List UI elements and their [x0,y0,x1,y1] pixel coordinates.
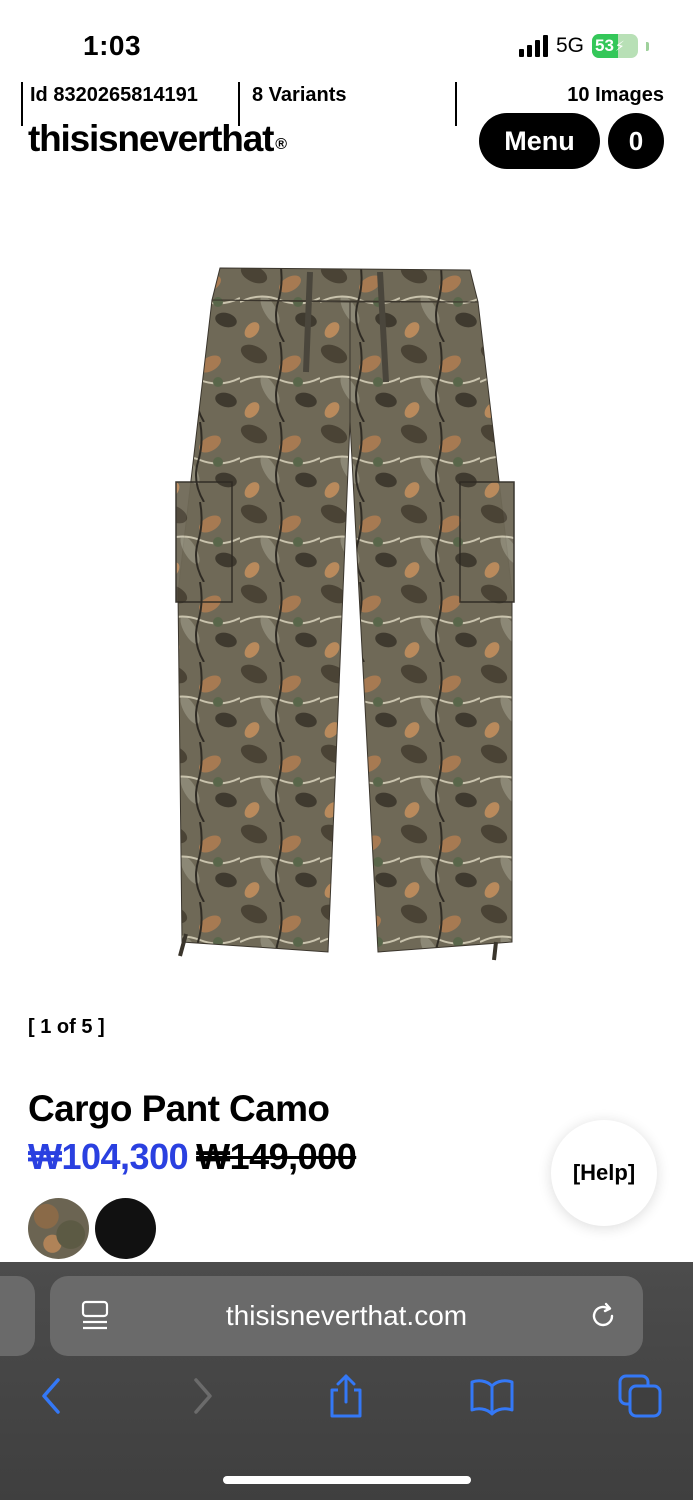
original-price: ₩149,000 [196,1136,357,1177]
status-indicators: 5G 53 ⚡ [518,34,649,58]
signal-icon [518,35,548,57]
images-count[interactable]: 10 Images [567,84,664,107]
product-image[interactable] [160,262,530,962]
product-title: Cargo Pant Camo [28,1088,330,1129]
browser-toolbar [0,1374,693,1434]
share-icon[interactable] [324,1374,368,1418]
divider [455,82,457,126]
tabs-icon[interactable] [618,1374,662,1418]
sale-price: ₩104,300 [28,1136,189,1177]
product-id: Id 8320265814191 [30,84,198,106]
price-row: ₩104,300 ₩149,000 [28,1136,357,1178]
help-button[interactable]: [Help] [551,1120,657,1226]
brand-logo[interactable]: thisisneverthat ® [28,118,287,160]
divider [21,82,23,126]
swatch-camo[interactable] [28,1198,89,1259]
status-time: 1:03 [83,30,142,61]
previous-tab-pill[interactable] [0,1276,35,1356]
brand-name: thisisneverthat [28,118,274,159]
home-indicator[interactable] [223,1476,471,1484]
charging-icon: ⚡ [614,37,625,54]
cart-button[interactable]: 0 [608,113,664,169]
back-icon[interactable] [30,1374,74,1418]
battery-level: 53 [595,36,614,55]
battery-icon: 53 ⚡ [592,34,638,58]
registered-mark: ® [275,136,287,153]
forward-icon[interactable] [180,1374,224,1418]
variants-count[interactable]: 8 Variants [252,84,347,107]
bookmarks-icon[interactable] [470,1374,514,1418]
browser-bottom-bar: thisisneverthat.com [0,1262,693,1500]
color-swatches [28,1198,156,1259]
url-text[interactable]: thisisneverthat.com [50,1300,643,1332]
swatch-black[interactable] [95,1198,156,1259]
reload-icon[interactable] [587,1300,619,1332]
status-bar: 1:03 5G 53 ⚡ [0,0,693,84]
gallery-counter: [ 1 of 5 ] [28,1016,105,1038]
address-bar[interactable]: thisisneverthat.com [50,1276,643,1356]
menu-button[interactable]: Menu [479,113,600,169]
network-label: 5G [555,34,584,57]
